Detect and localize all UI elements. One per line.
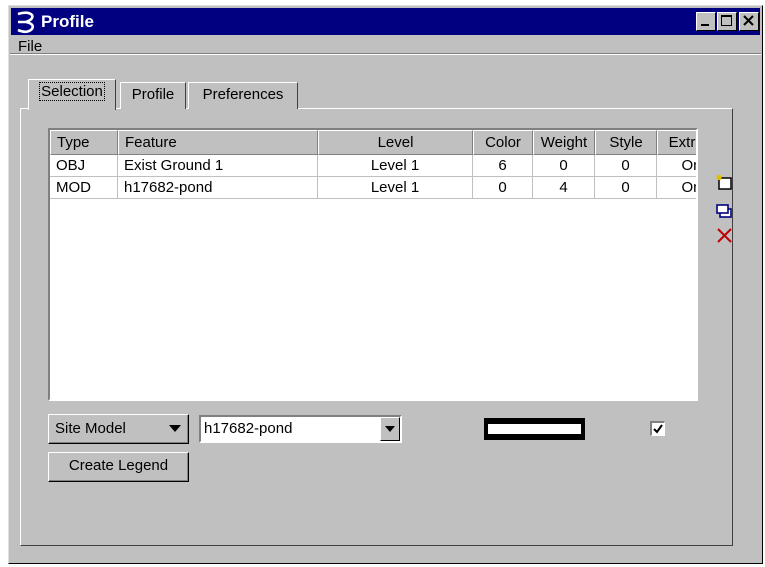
cell-weight: 4 [533, 177, 595, 199]
site-model-dropdown[interactable]: Site Model [48, 414, 189, 444]
minimize-icon [701, 24, 709, 26]
delete-icon-glyph [717, 228, 732, 243]
menu-divider [10, 53, 761, 55]
cell-color: 6 [473, 155, 533, 177]
tab-preferences-label: Preferences [202, 86, 284, 103]
tab-selection[interactable]: Selection [28, 79, 116, 110]
line-style-swatch-fill [488, 424, 581, 434]
cell-color: 0 [473, 177, 533, 199]
close-button[interactable] [739, 12, 759, 31]
maximize-icon [721, 15, 732, 26]
maximize-button[interactable] [717, 12, 737, 31]
feature-table[interactable]: Type Feature Level Color Weight Style Ex… [48, 128, 698, 401]
checkmark-icon [653, 424, 663, 434]
cell-style: 0 [595, 155, 657, 177]
minimize-button[interactable] [696, 12, 716, 31]
column-header-feature[interactable]: Feature [118, 130, 318, 155]
chevron-down-icon [385, 426, 395, 432]
create-legend-button[interactable]: Create Legend [48, 452, 189, 482]
tab-selection-label: Selection [39, 82, 105, 101]
tab-profile[interactable]: Profile [120, 82, 186, 109]
cell-extract: On [657, 177, 696, 199]
delete-icon[interactable] [713, 225, 737, 247]
window-title: Profile [41, 12, 94, 31]
column-header-type[interactable]: Type [50, 130, 118, 155]
copy-icon[interactable] [713, 200, 737, 222]
tab-preferences[interactable]: Preferences [188, 82, 298, 109]
cell-extract: On [657, 155, 696, 177]
new-entry-icon[interactable] [713, 171, 737, 193]
cell-level: Level 1 [318, 177, 473, 199]
cell-style: 0 [595, 177, 657, 199]
create-legend-label: Create Legend [68, 457, 169, 474]
cell-feature: h17682-pond [118, 177, 318, 199]
chevron-down-icon [169, 425, 181, 432]
cell-type: MOD [50, 177, 118, 199]
table-row[interactable]: MOD h17682-pond Level 1 0 4 0 On [50, 177, 696, 199]
app-logo-icon [17, 11, 35, 34]
table-row[interactable]: OBJ Exist Ground 1 Level 1 6 0 0 On [50, 155, 696, 177]
extract-checkbox[interactable] [650, 421, 665, 436]
line-style-swatch[interactable] [484, 418, 585, 440]
site-model-dropdown-label: Site Model [55, 420, 126, 437]
feature-combo-value: h17682-pond [204, 420, 293, 437]
cell-feature: Exist Ground 1 [118, 155, 318, 177]
column-header-extract[interactable]: Extract [657, 130, 696, 155]
cell-weight: 0 [533, 155, 595, 177]
column-header-color[interactable]: Color [473, 130, 533, 155]
tab-profile-label: Profile [131, 86, 175, 103]
title-bar[interactable]: Profile [11, 8, 760, 35]
feature-combo[interactable]: h17682-pond [199, 415, 402, 443]
close-icon [743, 15, 754, 26]
feature-combo-arrow[interactable] [380, 417, 400, 441]
cell-type: OBJ [50, 155, 118, 177]
table-header: Type Feature Level Color Weight Style Ex… [50, 130, 696, 155]
column-header-weight[interactable]: Weight [533, 130, 595, 155]
column-header-style[interactable]: Style [595, 130, 657, 155]
column-header-level[interactable]: Level [318, 130, 473, 155]
cell-level: Level 1 [318, 155, 473, 177]
